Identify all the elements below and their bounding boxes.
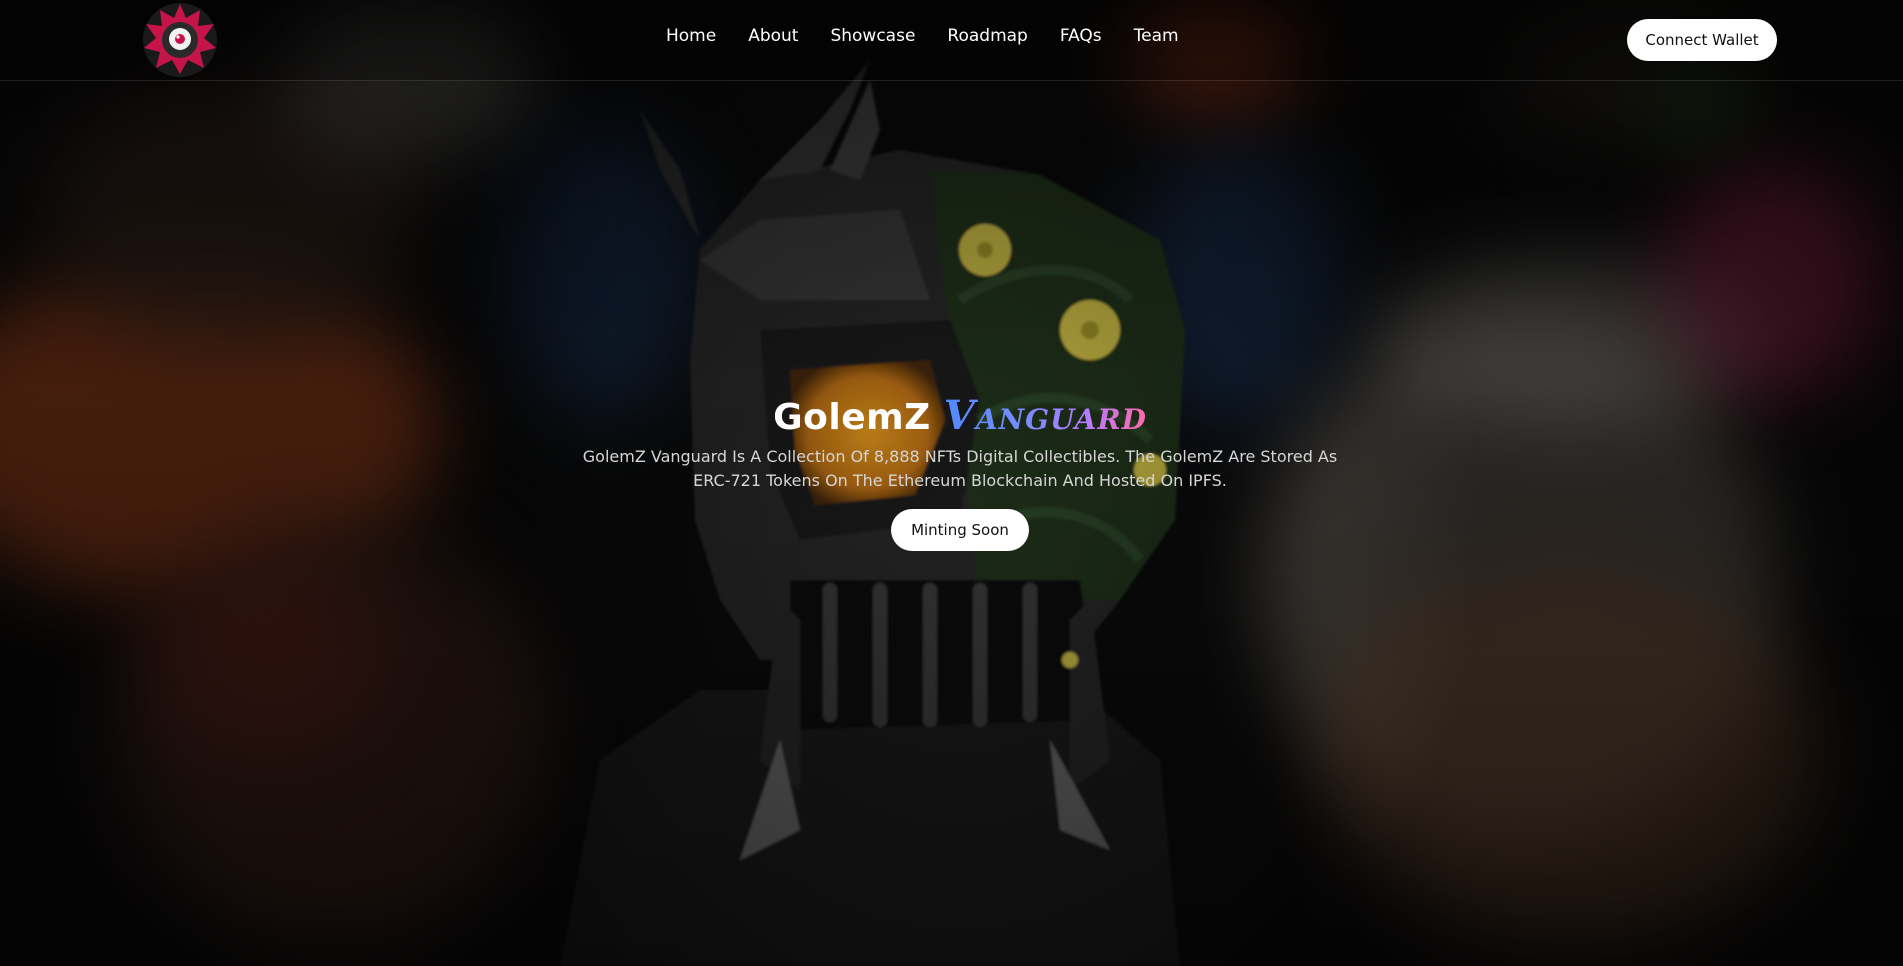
hero-title-accent: Vanguard [943,392,1147,439]
top-navbar: Home About Showcase Roadmap FAQs Team Co… [0,0,1903,81]
nav-faqs[interactable]: FAQs [1060,26,1102,46]
nav-home[interactable]: Home [666,26,716,46]
main-nav: Home About Showcase Roadmap FAQs Team [666,26,1179,46]
hero-title: GolemZ Vanguard [0,392,1903,439]
connect-wallet-button[interactable]: Connect Wallet [1627,19,1777,61]
nav-about[interactable]: About [748,26,798,46]
landing-page: Home About Showcase Roadmap FAQs Team Co… [0,0,1903,966]
nav-showcase[interactable]: Showcase [830,26,915,46]
nav-team[interactable]: Team [1134,26,1179,46]
hero-description: GolemZ Vanguard Is A Collection Of 8,888… [582,447,1338,490]
hero-title-main: GolemZ [773,397,931,438]
golem-logo-icon[interactable] [142,2,218,78]
nav-roadmap[interactable]: Roadmap [947,26,1027,46]
minting-soon-button[interactable]: Minting Soon [891,509,1029,551]
